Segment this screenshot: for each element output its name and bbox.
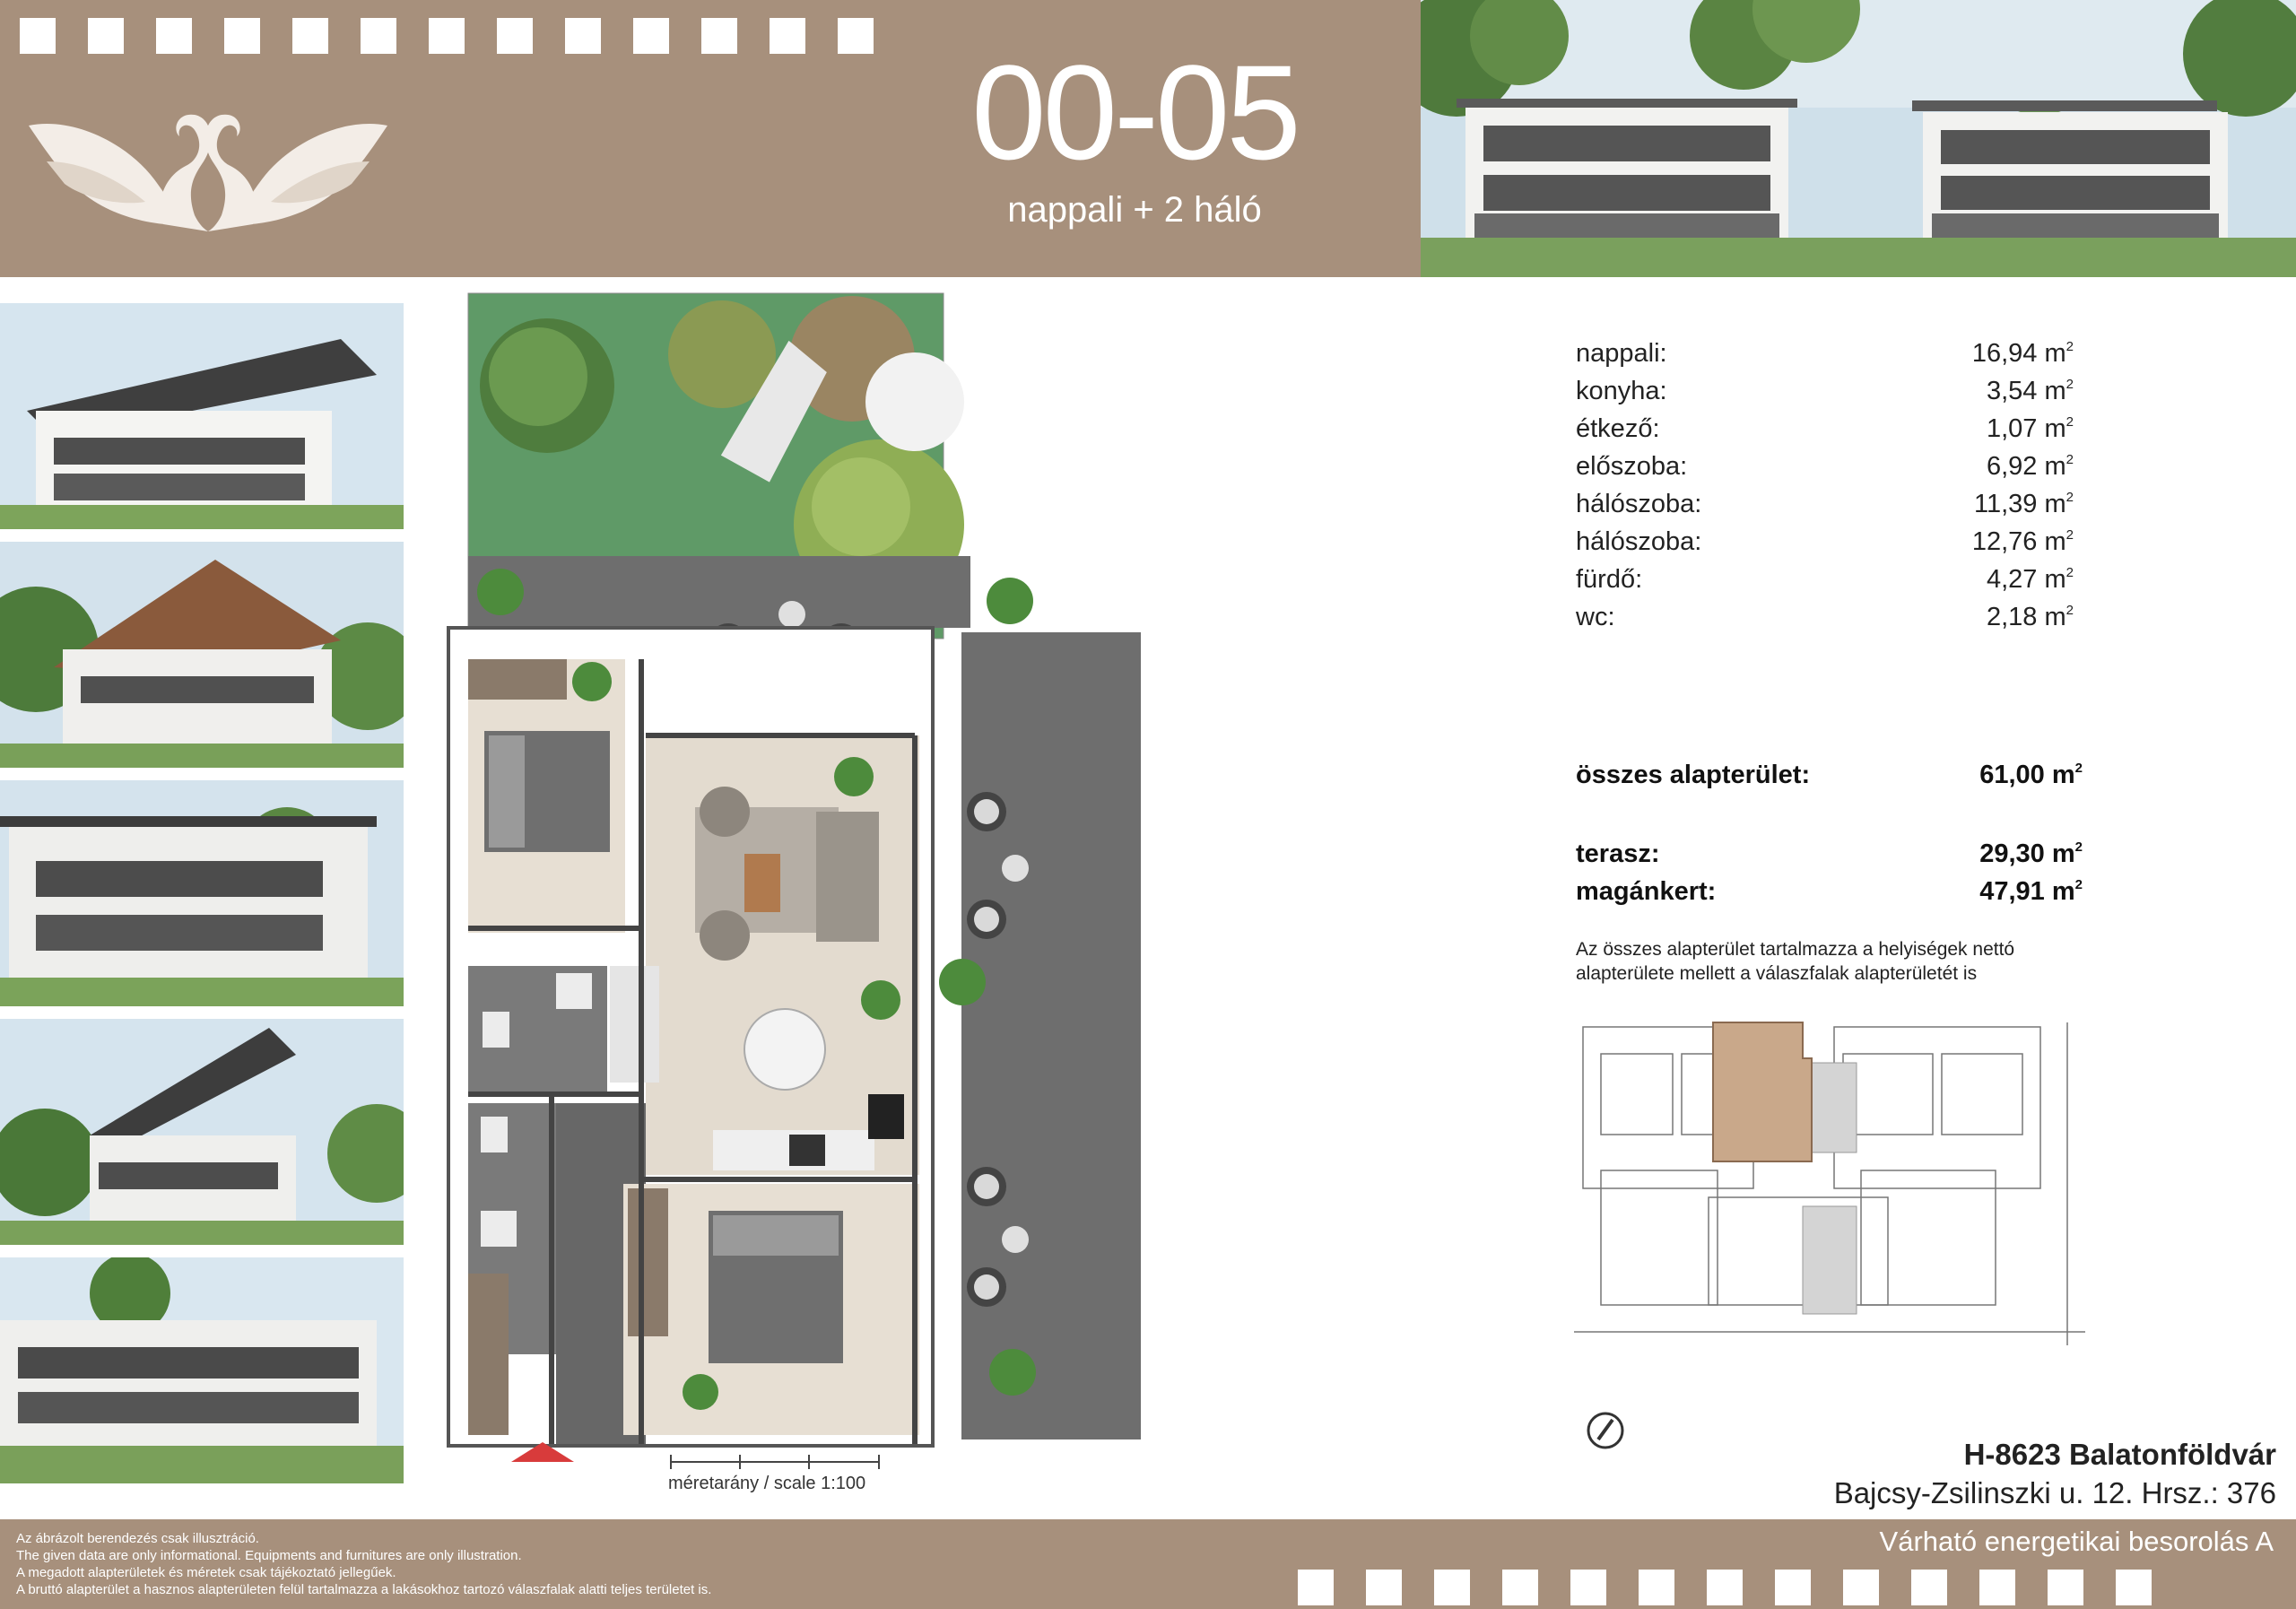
area-value: 6,92 m2 — [1986, 452, 2074, 481]
thumbnail-rendering-2 — [0, 542, 404, 768]
film-strip-bottom — [1298, 1570, 2152, 1605]
building-hero-image — [1421, 0, 2296, 277]
thumbnail-rendering-3 — [0, 780, 404, 1006]
scale-label: méretarány / scale 1:100 — [668, 1474, 866, 1493]
swan-logo-icon — [29, 114, 387, 232]
area-label: wc: — [1576, 603, 1615, 631]
thumbnail-rendering-1 — [0, 303, 404, 529]
disclaimer: Az ábrázolt berendezés csak illusztráció… — [16, 1530, 913, 1598]
area-label: nappali: — [1576, 339, 1667, 368]
address-street: Bajcsy-Zsilinszki u. 12. Hrsz.: 376 — [1833, 1476, 2276, 1509]
apartment-code: 00-05 — [971, 37, 1301, 187]
area-row-bedroom-1: hálószoba: 11,39 m2 — [1576, 490, 2074, 527]
floor-plan — [447, 292, 1141, 1469]
garden-area-row: magánkert: 47,91 m2 — [1576, 877, 2083, 907]
area-value: 12,76 m2 — [1971, 527, 2074, 556]
energy-rating: Várható energetikai besorolás A — [1879, 1526, 2274, 1557]
area-value: 4,27 m2 — [1986, 565, 2074, 594]
area-label: hálószoba: — [1576, 527, 1702, 556]
area-note: Az összes alapterület tartalmazza a hely… — [1576, 939, 2015, 984]
garden-label: magánkert: — [1576, 877, 1717, 906]
film-strip-top — [20, 18, 874, 54]
area-label: fürdő: — [1576, 565, 1643, 594]
thumbnail-rendering-4 — [0, 1019, 404, 1245]
area-row-dining: étkező: 1,07 m2 — [1576, 414, 2074, 452]
address-city: H-8623 Balatonföldvár — [1963, 1438, 2276, 1471]
area-value: 3,54 m2 — [1986, 377, 2074, 405]
area-row-bathroom: fürdő: 4,27 m2 — [1576, 565, 2074, 603]
area-row-living: nappali: 16,94 m2 — [1576, 339, 2074, 377]
total-area-label: összes alapterület: — [1576, 761, 1811, 789]
disclaimer-line: A megadott alapterületek és méretek csak… — [16, 1565, 396, 1580]
thumbnail-rendering-5 — [0, 1257, 404, 1483]
terrace-label: terasz: — [1576, 839, 1660, 868]
area-value: 16,94 m2 — [1971, 339, 2074, 368]
terrace-area-row: terasz: 29,30 m2 — [1576, 839, 2083, 869]
area-row-hall: előszoba: 6,92 m2 — [1576, 452, 2074, 490]
area-value: 2,18 m2 — [1986, 603, 2074, 631]
area-row-kitchen: konyha: 3,54 m2 — [1576, 377, 2074, 414]
area-label: étkező: — [1576, 414, 1660, 443]
area-value: 11,39 m2 — [1974, 490, 2074, 518]
area-label: hálószoba: — [1576, 490, 1702, 518]
area-label: konyha: — [1576, 377, 1667, 405]
area-row-bedroom-2: hálószoba: 12,76 m2 — [1576, 527, 2074, 565]
disclaimer-line: Az ábrázolt berendezés csak illusztráció… — [16, 1531, 259, 1546]
area-row-wc: wc: 2,18 m2 — [1576, 603, 2074, 640]
area-value: 1,07 m2 — [1986, 414, 2074, 443]
area-label: előszoba: — [1576, 452, 1688, 481]
disclaimer-line: The given data are only informational. E… — [16, 1548, 522, 1563]
garden-value: 47,91 m2 — [1979, 877, 2083, 906]
building-site-plan — [1574, 1022, 2085, 1345]
total-area-value: 61,00 m2 — [1979, 761, 2083, 789]
terrace-value: 29,30 m2 — [1979, 839, 2083, 868]
total-area-row: összes alapterület: 61,00 m2 — [1576, 761, 2083, 790]
disclaimer-line: A bruttó alapterület a hasznos alapterül… — [16, 1582, 712, 1597]
apartment-type: nappali + 2 háló — [1007, 190, 1262, 230]
